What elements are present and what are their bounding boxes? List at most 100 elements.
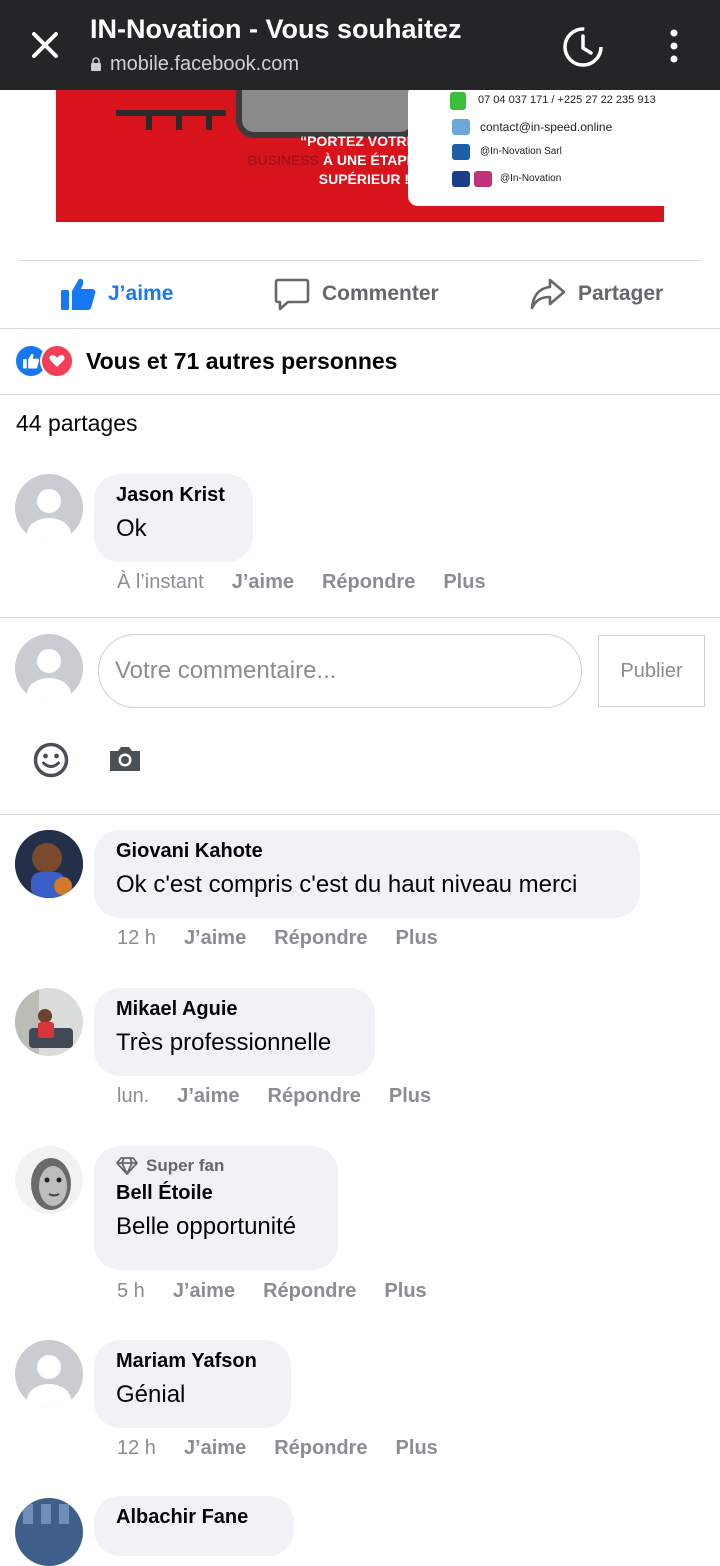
- avatar[interactable]: [15, 1498, 83, 1566]
- share-icon: [530, 278, 566, 310]
- instagram-icon: [474, 171, 492, 187]
- avatar[interactable]: [15, 830, 83, 898]
- comment-meta: 5 h J’aime Répondre Plus: [117, 1280, 455, 1303]
- comment-meta: 12 h J’aime Répondre Plus: [117, 927, 466, 950]
- comment-bubble: Mariam Yafson Génial: [94, 1340, 291, 1428]
- comment-author[interactable]: Giovani Kahote: [116, 840, 618, 863]
- post-image[interactable]: “PORTEZ VOTRE BUSINESS À UNE ÉTAPE SUPÉR…: [56, 90, 664, 222]
- slogan-line: À UNE ÉTAPE: [319, 152, 416, 168]
- avatar[interactable]: [15, 988, 83, 1056]
- comment-bubble: Mikael Aguie Très professionnelle: [94, 988, 375, 1076]
- comment-like-link[interactable]: J’aime: [177, 1085, 239, 1108]
- like-button[interactable]: J’aime: [60, 270, 173, 318]
- page-url: mobile.facebook.com: [90, 53, 299, 76]
- comment-text: Très professionnelle: [116, 1029, 332, 1056]
- comment-time[interactable]: À l’instant: [117, 571, 204, 594]
- slogan-business: BUSINESS: [247, 152, 320, 168]
- comment-like-link[interactable]: J’aime: [184, 927, 246, 950]
- diamond-icon: [116, 1157, 138, 1175]
- publish-button[interactable]: Publier: [598, 635, 705, 707]
- comment-more-link[interactable]: Plus: [389, 1085, 431, 1108]
- comment-time[interactable]: 5 h: [117, 1280, 145, 1303]
- reactions-text: Vous et 71 autres personnes: [86, 347, 398, 374]
- comment-reply-link[interactable]: Répondre: [322, 571, 415, 594]
- my-avatar: [15, 634, 83, 702]
- like-label: J’aime: [108, 282, 174, 305]
- share-button[interactable]: Partager: [530, 270, 663, 318]
- comment-text: Ok c'est compris c'est du haut niveau me…: [116, 871, 578, 898]
- comment-reply-link[interactable]: Répondre: [268, 1085, 361, 1108]
- contact-card: 07 04 037 171 / +225 27 22 235 913 conta…: [408, 90, 664, 206]
- comment-meta: lun. J’aime Répondre Plus: [117, 1085, 459, 1108]
- url-text: mobile.facebook.com: [110, 53, 299, 75]
- comment-reply-link[interactable]: Répondre: [263, 1280, 356, 1303]
- comment-bubble: Giovani Kahote Ok c'est compris c'est du…: [94, 830, 640, 918]
- love-reaction-icon: [40, 344, 74, 378]
- contact-phone: 07 04 037 171 / +225 27 22 235 913: [478, 94, 656, 106]
- share-label: Partager: [578, 282, 664, 305]
- emoji-icon[interactable]: [33, 742, 69, 778]
- facebook-icon: [452, 171, 470, 187]
- divider: [0, 394, 720, 395]
- comment-reply-link[interactable]: Répondre: [274, 927, 367, 950]
- more-vert-icon[interactable]: [664, 28, 684, 64]
- comment-author[interactable]: Mikael Aguie: [116, 998, 353, 1021]
- camera-icon[interactable]: [108, 745, 142, 773]
- comment-like-link[interactable]: J’aime: [173, 1280, 235, 1303]
- comment-more-link[interactable]: Plus: [443, 571, 485, 594]
- decor-leg: [146, 112, 152, 130]
- decor-leg: [206, 112, 212, 130]
- page-title: IN-Novation - Vous souhaitez: [90, 14, 462, 44]
- contact-email: contact@in-speed.online: [480, 120, 613, 134]
- comment-text: Belle opportunité: [116, 1213, 297, 1240]
- comment-input[interactable]: [98, 634, 582, 708]
- comment-button[interactable]: Commenter: [274, 270, 439, 318]
- avatar[interactable]: [15, 1340, 83, 1408]
- comment-author[interactable]: Mariam Yafson: [116, 1350, 269, 1373]
- browser-topbar: IN-Novation - Vous souhaitez mobile.face…: [0, 0, 720, 90]
- comment-time[interactable]: 12 h: [117, 1437, 156, 1460]
- comment-text: Ok: [116, 515, 147, 542]
- comment-author[interactable]: Albachir Fane: [116, 1506, 272, 1529]
- comment-time[interactable]: lun.: [117, 1085, 149, 1108]
- thumbs-up-icon: [61, 278, 96, 310]
- linkedin-icon: [452, 144, 470, 160]
- decor-leg: [176, 112, 182, 130]
- lock-icon: [91, 57, 101, 71]
- divider: [0, 328, 720, 329]
- comment-icon: [274, 278, 310, 311]
- comment-more-link[interactable]: Plus: [384, 1280, 426, 1303]
- avatar[interactable]: [15, 474, 83, 542]
- mail-icon: [452, 119, 470, 135]
- contact-social: @In-Novation: [500, 173, 562, 184]
- comment-time[interactable]: 12 h: [117, 927, 156, 950]
- history-clock-icon[interactable]: [560, 24, 606, 70]
- reactions-summary[interactable]: Vous et 71 autres personnes: [14, 344, 397, 378]
- comment-meta: 12 h J’aime Répondre Plus: [117, 1437, 466, 1460]
- comment-reply-link[interactable]: Répondre: [274, 1437, 367, 1460]
- comment-bubble: Albachir Fane: [94, 1496, 294, 1556]
- comment-more-link[interactable]: Plus: [396, 927, 438, 950]
- comment-like-link[interactable]: J’aime: [184, 1437, 246, 1460]
- post-action-bar: J’aime Commenter Partager: [0, 270, 720, 318]
- comment-more-link[interactable]: Plus: [396, 1437, 438, 1460]
- comment-author[interactable]: Bell Étoile: [116, 1182, 316, 1205]
- avatar[interactable]: [15, 1146, 83, 1214]
- badge-label: Super fan: [146, 1156, 225, 1175]
- divider: [0, 617, 720, 618]
- slogan-line: SUPÉRIEUR !”: [318, 171, 416, 187]
- comment-meta: À l’instant J’aime Répondre Plus: [117, 571, 514, 594]
- comment-bubble: Super fan Bell Étoile Belle opportunité: [94, 1146, 338, 1270]
- divider: [0, 814, 720, 815]
- shares-count[interactable]: 44 partages: [16, 410, 137, 437]
- divider: [18, 260, 702, 261]
- close-icon[interactable]: [26, 26, 64, 64]
- comment-author[interactable]: Jason Krist: [116, 484, 231, 507]
- super-fan-badge: Super fan: [116, 1156, 316, 1176]
- comment-label: Commenter: [322, 282, 439, 305]
- comment-text: Génial: [116, 1381, 186, 1408]
- contact-linkedin: @In-Novation Sarl: [480, 146, 562, 157]
- phone-icon: [450, 92, 466, 110]
- device-illustration: [236, 90, 418, 138]
- comment-like-link[interactable]: J’aime: [232, 571, 294, 594]
